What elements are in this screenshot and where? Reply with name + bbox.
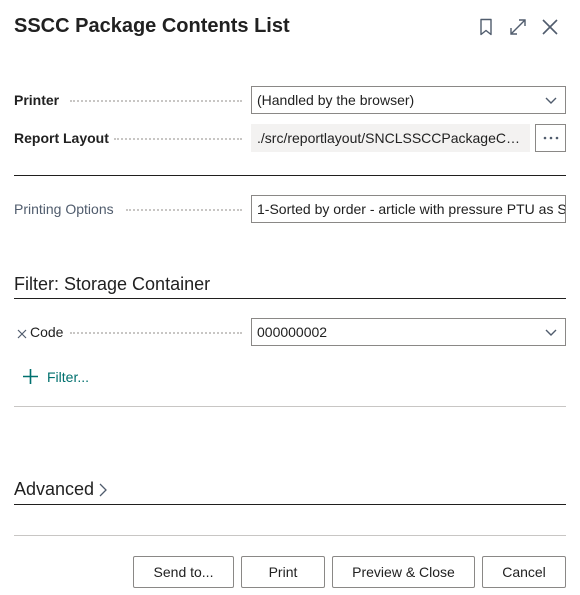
print-button[interactable]: Print	[241, 556, 325, 588]
advanced-toggle[interactable]: Advanced	[14, 479, 108, 500]
remove-filter-icon[interactable]	[17, 326, 27, 339]
add-filter-label: Filter...	[47, 368, 90, 385]
report-layout-leader-dots	[114, 138, 242, 140]
printing-options-label: Printing Options	[14, 201, 114, 217]
bookmark-icon[interactable]	[475, 16, 497, 38]
chevron-right-icon	[99, 483, 107, 496]
printing-options-leader-dots	[126, 209, 242, 211]
preview-close-button[interactable]: Preview & Close	[332, 556, 475, 588]
printer-label: Printer	[14, 92, 60, 108]
send-to-button[interactable]: Send to...	[133, 556, 234, 588]
filter-heading-underline	[14, 298, 566, 299]
report-layout-label: Report Layout	[14, 130, 109, 146]
report-layout-field[interactable]: ./src/reportlayout/SNCLSSCCPackageCont..…	[251, 124, 530, 152]
advanced-underline	[14, 504, 566, 505]
advanced-label: Advanced	[14, 479, 95, 499]
more-icon	[543, 136, 558, 140]
printer-value: (Handled by the browser)	[257, 92, 415, 108]
printer-leader-dots	[70, 100, 242, 102]
code-leader-dots	[70, 332, 242, 334]
chevron-down-icon	[545, 97, 557, 104]
plus-icon	[23, 369, 38, 384]
report-layout-lookup-button[interactable]	[535, 124, 566, 152]
chevron-down-icon	[545, 329, 557, 336]
close-icon[interactable]	[539, 16, 561, 38]
code-filter-label: Code	[30, 324, 64, 340]
section-divider	[14, 175, 566, 176]
dialog-title: SSCC Package Contents List	[14, 15, 290, 37]
expand-icon[interactable]	[507, 16, 529, 38]
printer-select[interactable]: (Handled by the browser)	[251, 86, 566, 114]
filter-heading: Filter: Storage Container	[14, 274, 211, 294]
code-filter-select[interactable]: 000000002	[251, 318, 566, 346]
cancel-button[interactable]: Cancel	[482, 556, 566, 588]
footer-divider	[14, 535, 566, 536]
filter-section-divider	[14, 406, 566, 407]
printing-options-field[interactable]: 1-Sorted by order - article with pressur…	[251, 195, 566, 223]
code-filter-value: 000000002	[257, 324, 328, 340]
add-filter-button[interactable]: Filter...	[22, 368, 89, 385]
